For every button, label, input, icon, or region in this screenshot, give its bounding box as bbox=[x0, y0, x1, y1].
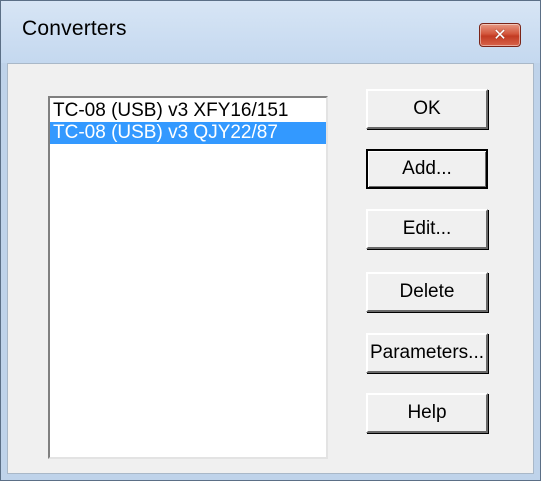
add-button[interactable]: Add... bbox=[366, 149, 488, 189]
list-item[interactable]: TC-08 (USB) v3 QJY22/87 bbox=[50, 122, 326, 144]
delete-button[interactable]: Delete bbox=[366, 272, 488, 312]
help-button[interactable]: Help bbox=[366, 393, 488, 433]
close-icon: ✕ bbox=[493, 25, 507, 44]
list-item[interactable]: TC-08 (USB) v3 XFY16/151 bbox=[50, 100, 326, 122]
converters-dialog: Converters ✕ TC-08 (USB) v3 XFY16/151 TC… bbox=[0, 0, 541, 481]
close-button[interactable]: ✕ bbox=[479, 23, 521, 47]
parameters-button[interactable]: Parameters... bbox=[366, 333, 488, 373]
dialog-client-area: TC-08 (USB) v3 XFY16/151 TC-08 (USB) v3 … bbox=[7, 63, 534, 474]
window-title: Converters bbox=[22, 17, 127, 40]
title-bar[interactable]: Converters ✕ bbox=[1, 1, 540, 63]
edit-button[interactable]: Edit... bbox=[366, 209, 488, 249]
ok-button[interactable]: OK bbox=[366, 89, 488, 129]
converters-listbox[interactable]: TC-08 (USB) v3 XFY16/151 TC-08 (USB) v3 … bbox=[48, 96, 328, 459]
